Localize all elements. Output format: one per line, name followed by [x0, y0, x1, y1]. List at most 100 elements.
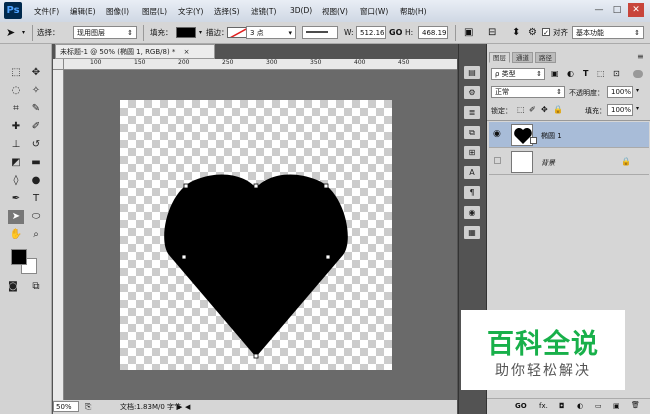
transparent-canvas[interactable]: [120, 100, 392, 370]
lock-image-icon[interactable]: ✐: [529, 105, 536, 114]
workspace-dropdown[interactable]: 基本功能 ⇕: [572, 26, 644, 39]
info-panel-icon[interactable]: ⧉: [464, 126, 480, 139]
history-brush-tool-icon[interactable]: ↺: [28, 138, 44, 152]
opacity-input[interactable]: 100%: [607, 86, 633, 98]
fill-chevron-icon[interactable]: ▾: [636, 105, 639, 112]
tab-channels[interactable]: 通道: [512, 52, 533, 63]
lock-transparent-icon[interactable]: ⬚: [517, 105, 525, 114]
filter-adjustment-icon[interactable]: ◐: [567, 69, 574, 78]
opacity-chevron-icon[interactable]: ▾: [636, 87, 639, 94]
ruler-origin[interactable]: [53, 59, 64, 70]
path-alignment-icon[interactable]: ⊟: [488, 22, 496, 44]
select-dropdown[interactable]: 现用图层 ⇕: [73, 26, 137, 39]
layer-name[interactable]: 背景: [541, 158, 555, 168]
eraser-tool-icon[interactable]: ◩: [8, 156, 24, 170]
document-tab[interactable]: 未标题-1 @ 50% (椭圆 1, RGB/8) * ×: [55, 44, 215, 59]
layer-row-background[interactable]: 背景 🔒: [489, 149, 649, 175]
screen-mode-icon[interactable]: ⧉: [28, 280, 44, 294]
width-input[interactable]: 512.16: [356, 26, 386, 39]
filter-toggle-switch[interactable]: [633, 70, 643, 78]
menu-edit[interactable]: 编辑(E): [70, 6, 96, 17]
menu-file[interactable]: 文件(F): [34, 6, 59, 17]
layer-mask-icon[interactable]: ◘: [559, 402, 565, 410]
hand-tool-icon[interactable]: ✋: [8, 228, 24, 242]
gradient-tool-icon[interactable]: ▬: [28, 156, 44, 170]
crop-tool-icon[interactable]: ⌗: [8, 102, 24, 116]
close-tab-icon[interactable]: ×: [178, 48, 190, 56]
filter-pixel-icon[interactable]: ▣: [551, 69, 559, 78]
layer-row-shape[interactable]: ◉ 椭圆 1: [489, 122, 649, 148]
move-tool-icon[interactable]: ✥: [28, 66, 44, 80]
path-operations-icon[interactable]: ▣: [464, 22, 473, 44]
visibility-empty-box[interactable]: [494, 157, 501, 164]
panel-menu-icon[interactable]: ≡: [637, 52, 644, 61]
lock-all-icon[interactable]: 🔒: [553, 105, 563, 114]
menu-layer[interactable]: 图层(L): [142, 6, 167, 17]
canvas-workspace[interactable]: [64, 70, 457, 400]
stroke-type-dropdown[interactable]: [302, 26, 338, 39]
pen-tool-icon[interactable]: ✒: [8, 192, 24, 206]
adjustments-panel-icon[interactable]: ≣: [464, 106, 480, 119]
vertical-ruler[interactable]: [53, 70, 64, 400]
horizontal-ruler[interactable]: 100 150 200 250 300 350 400 450: [64, 59, 457, 70]
clone-stamp-tool-icon[interactable]: ⊥: [8, 138, 24, 152]
link-dimensions-icon[interactable]: GO: [389, 22, 402, 44]
status-arrow-left-icon[interactable]: ◀: [185, 400, 190, 414]
menu-filter[interactable]: 滤镜(T): [251, 6, 276, 17]
zoom-field[interactable]: 50%: [53, 401, 79, 412]
menu-select[interactable]: 选择(S): [214, 6, 240, 17]
fill-swatch[interactable]: [176, 27, 196, 38]
tab-paths[interactable]: 路径: [535, 52, 556, 63]
visibility-eye-icon[interactable]: ◉: [493, 129, 501, 139]
settings-gear-icon[interactable]: ⚙: [528, 22, 537, 44]
character-panel-icon[interactable]: A: [464, 166, 480, 179]
fill-input[interactable]: 100%: [607, 104, 633, 116]
zoom-tool-icon[interactable]: ⌕: [28, 228, 44, 242]
paragraph-panel-icon[interactable]: ¶: [464, 186, 480, 199]
quick-mask-icon[interactable]: ◙: [5, 280, 21, 294]
filter-kind-dropdown[interactable]: ρ 类型 ⇕: [491, 68, 545, 80]
maximize-button[interactable]: □: [609, 3, 625, 17]
blur-tool-icon[interactable]: ◊: [8, 174, 24, 188]
dodge-tool-icon[interactable]: ●: [28, 174, 44, 188]
new-layer-icon[interactable]: ▣: [613, 402, 620, 410]
heart-shape[interactable]: [120, 100, 392, 370]
blend-mode-dropdown[interactable]: 正常 ⇕: [491, 86, 565, 98]
link-layers-icon[interactable]: GO: [515, 402, 527, 410]
magic-wand-tool-icon[interactable]: ✧: [28, 84, 44, 98]
filter-smart-object-icon[interactable]: ⊡: [613, 69, 620, 78]
stroke-width-field[interactable]: 3 点 ▾: [246, 26, 296, 39]
close-button[interactable]: ✕: [628, 3, 644, 17]
lasso-tool-icon[interactable]: ◌: [8, 84, 24, 98]
delete-layer-icon[interactable]: 🗑: [631, 401, 640, 409]
align-edges-checkbox[interactable]: ✓: [542, 28, 550, 37]
history-panel-icon[interactable]: ▤: [464, 66, 480, 79]
filter-shape-icon[interactable]: ⬚: [597, 69, 605, 78]
export-icon[interactable]: ⎘: [85, 400, 91, 414]
brush-presets-panel-icon[interactable]: ⊞: [464, 146, 480, 159]
path-selection-tool-icon[interactable]: ➤: [8, 210, 24, 224]
type-tool-icon[interactable]: T: [28, 192, 44, 206]
properties-panel-icon[interactable]: ⚙: [464, 86, 480, 99]
foreground-color-swatch-front[interactable]: [11, 249, 27, 265]
tool-preset-chevron-icon[interactable]: ▾: [22, 22, 25, 44]
ellipse-tool-icon[interactable]: ⬭: [28, 210, 44, 224]
minimize-button[interactable]: —: [591, 3, 607, 17]
eyedropper-tool-icon[interactable]: ✎: [28, 102, 44, 116]
adjustment-layer-icon[interactable]: ◐: [577, 402, 583, 410]
status-arrow-icon[interactable]: ▶: [177, 400, 182, 414]
healing-brush-tool-icon[interactable]: ✚: [8, 120, 24, 134]
menu-type[interactable]: 文字(Y): [178, 6, 203, 17]
layer-name[interactable]: 椭圆 1: [541, 131, 562, 141]
height-input[interactable]: 468.19: [418, 26, 448, 39]
brush-tool-icon[interactable]: ✐: [28, 120, 44, 134]
3d-panel-icon[interactable]: ◉: [464, 206, 480, 219]
fill-chevron-icon[interactable]: ▾: [199, 22, 202, 44]
tab-layers[interactable]: 图层: [489, 52, 510, 63]
menu-view[interactable]: 视图(V): [322, 6, 348, 17]
layer-style-icon[interactable]: fx.: [539, 402, 548, 410]
path-select-tool-icon[interactable]: ➤: [6, 22, 15, 44]
timeline-panel-icon[interactable]: ▦: [464, 226, 480, 239]
lock-position-icon[interactable]: ✥: [541, 105, 548, 114]
menu-window[interactable]: 窗口(W): [360, 6, 388, 17]
